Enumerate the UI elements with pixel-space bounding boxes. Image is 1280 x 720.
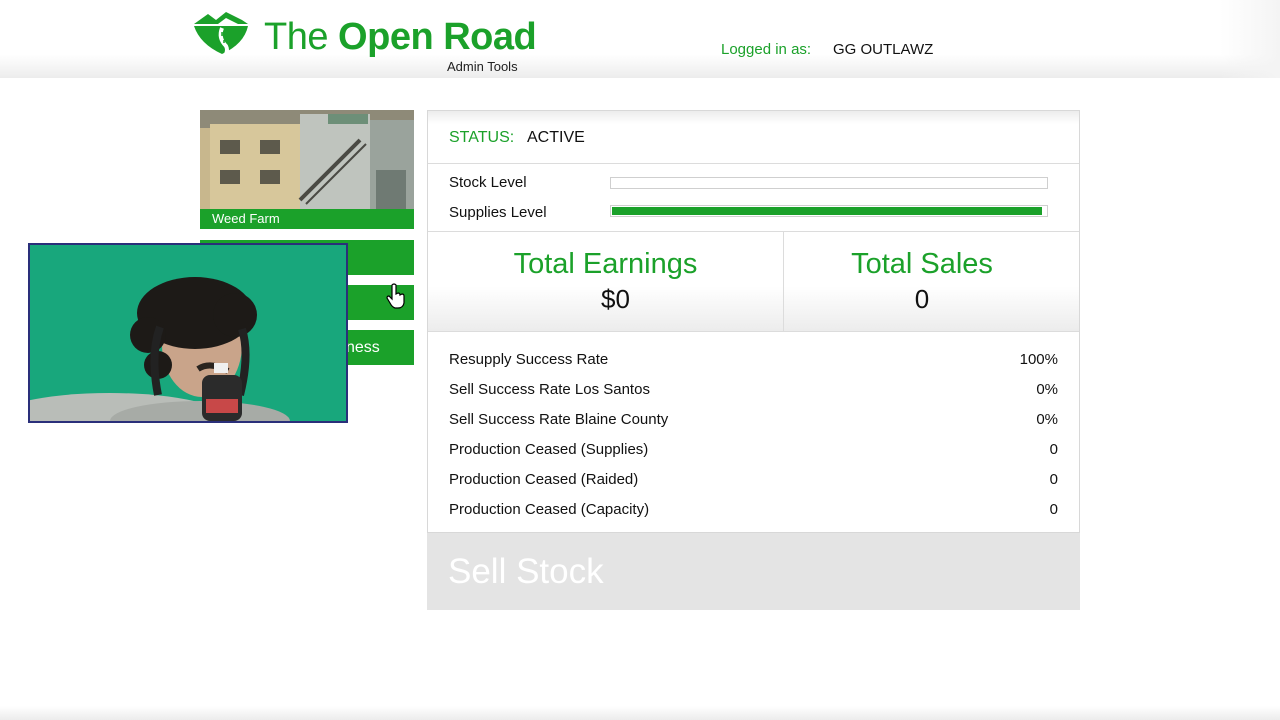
- stock-level-bar: [610, 177, 1048, 189]
- business-name-label: Weed Farm: [200, 209, 414, 229]
- webcam-overlay: [28, 243, 348, 423]
- header-corner-fade: [1220, 0, 1280, 78]
- stat-value-ceased-capacity: 0: [1049, 501, 1058, 518]
- stat-value-sell-blaine-county: 0%: [1036, 411, 1058, 428]
- stat-value-ceased-supplies: 0: [1049, 441, 1058, 458]
- status-value: ACTIVE: [527, 129, 585, 146]
- stat-value-ceased-raided: 0: [1049, 471, 1058, 488]
- stat-label-ceased-capacity: Production Ceased (Capacity): [449, 501, 650, 518]
- road-logo-icon: [194, 12, 248, 55]
- total-earnings-title: Total Earnings: [513, 248, 698, 280]
- login-label: Logged in as:: [721, 41, 812, 58]
- stat-value-resupply-success: 100%: [1019, 351, 1058, 368]
- brand-title: The Open Road: [264, 16, 537, 58]
- brand-subtitle: Admin Tools: [447, 59, 518, 74]
- totals-section: Total Earnings $0 Total Sales 0: [428, 231, 1079, 332]
- supplies-level-bar: [610, 205, 1048, 217]
- supplies-level-fill: [612, 207, 1042, 215]
- stat-label-sell-los-santos: Sell Success Rate Los Santos: [449, 381, 650, 398]
- stat-label-ceased-supplies: Production Ceased (Supplies): [449, 441, 649, 458]
- stat-label-resupply-success: Resupply Success Rate: [449, 351, 609, 368]
- supplies-level-label: Supplies Level: [449, 204, 547, 221]
- totals-divider: [783, 232, 784, 331]
- stock-level-label: Stock Level: [449, 174, 527, 191]
- business-details-panel: STATUS: ACTIVE Stock Level Supplies Leve…: [427, 110, 1080, 533]
- stat-label-sell-blaine-county: Sell Success Rate Blaine County: [449, 411, 669, 428]
- sell-stock-button[interactable]: Sell Stock: [427, 533, 1080, 610]
- login-username: GG OUTLAWZ: [833, 41, 934, 58]
- header-bar: The Open Road Admin Tools Logged in as: …: [0, 0, 1280, 78]
- footer-fade: [0, 706, 1280, 720]
- hand-cursor-icon: [386, 283, 405, 309]
- total-earnings-value: $0: [601, 284, 630, 314]
- status-label: STATUS:: [449, 129, 515, 146]
- status-row: STATUS: ACTIVE: [428, 111, 1079, 164]
- business-card[interactable]: Weed Farm: [200, 110, 414, 229]
- total-sales-value: 0: [914, 284, 930, 314]
- stat-label-ceased-raided: Production Ceased (Raided): [449, 471, 639, 488]
- stat-value-sell-los-santos: 0%: [1036, 381, 1058, 398]
- webcam-video-image: [30, 245, 346, 421]
- total-sales-title: Total Sales: [851, 248, 993, 280]
